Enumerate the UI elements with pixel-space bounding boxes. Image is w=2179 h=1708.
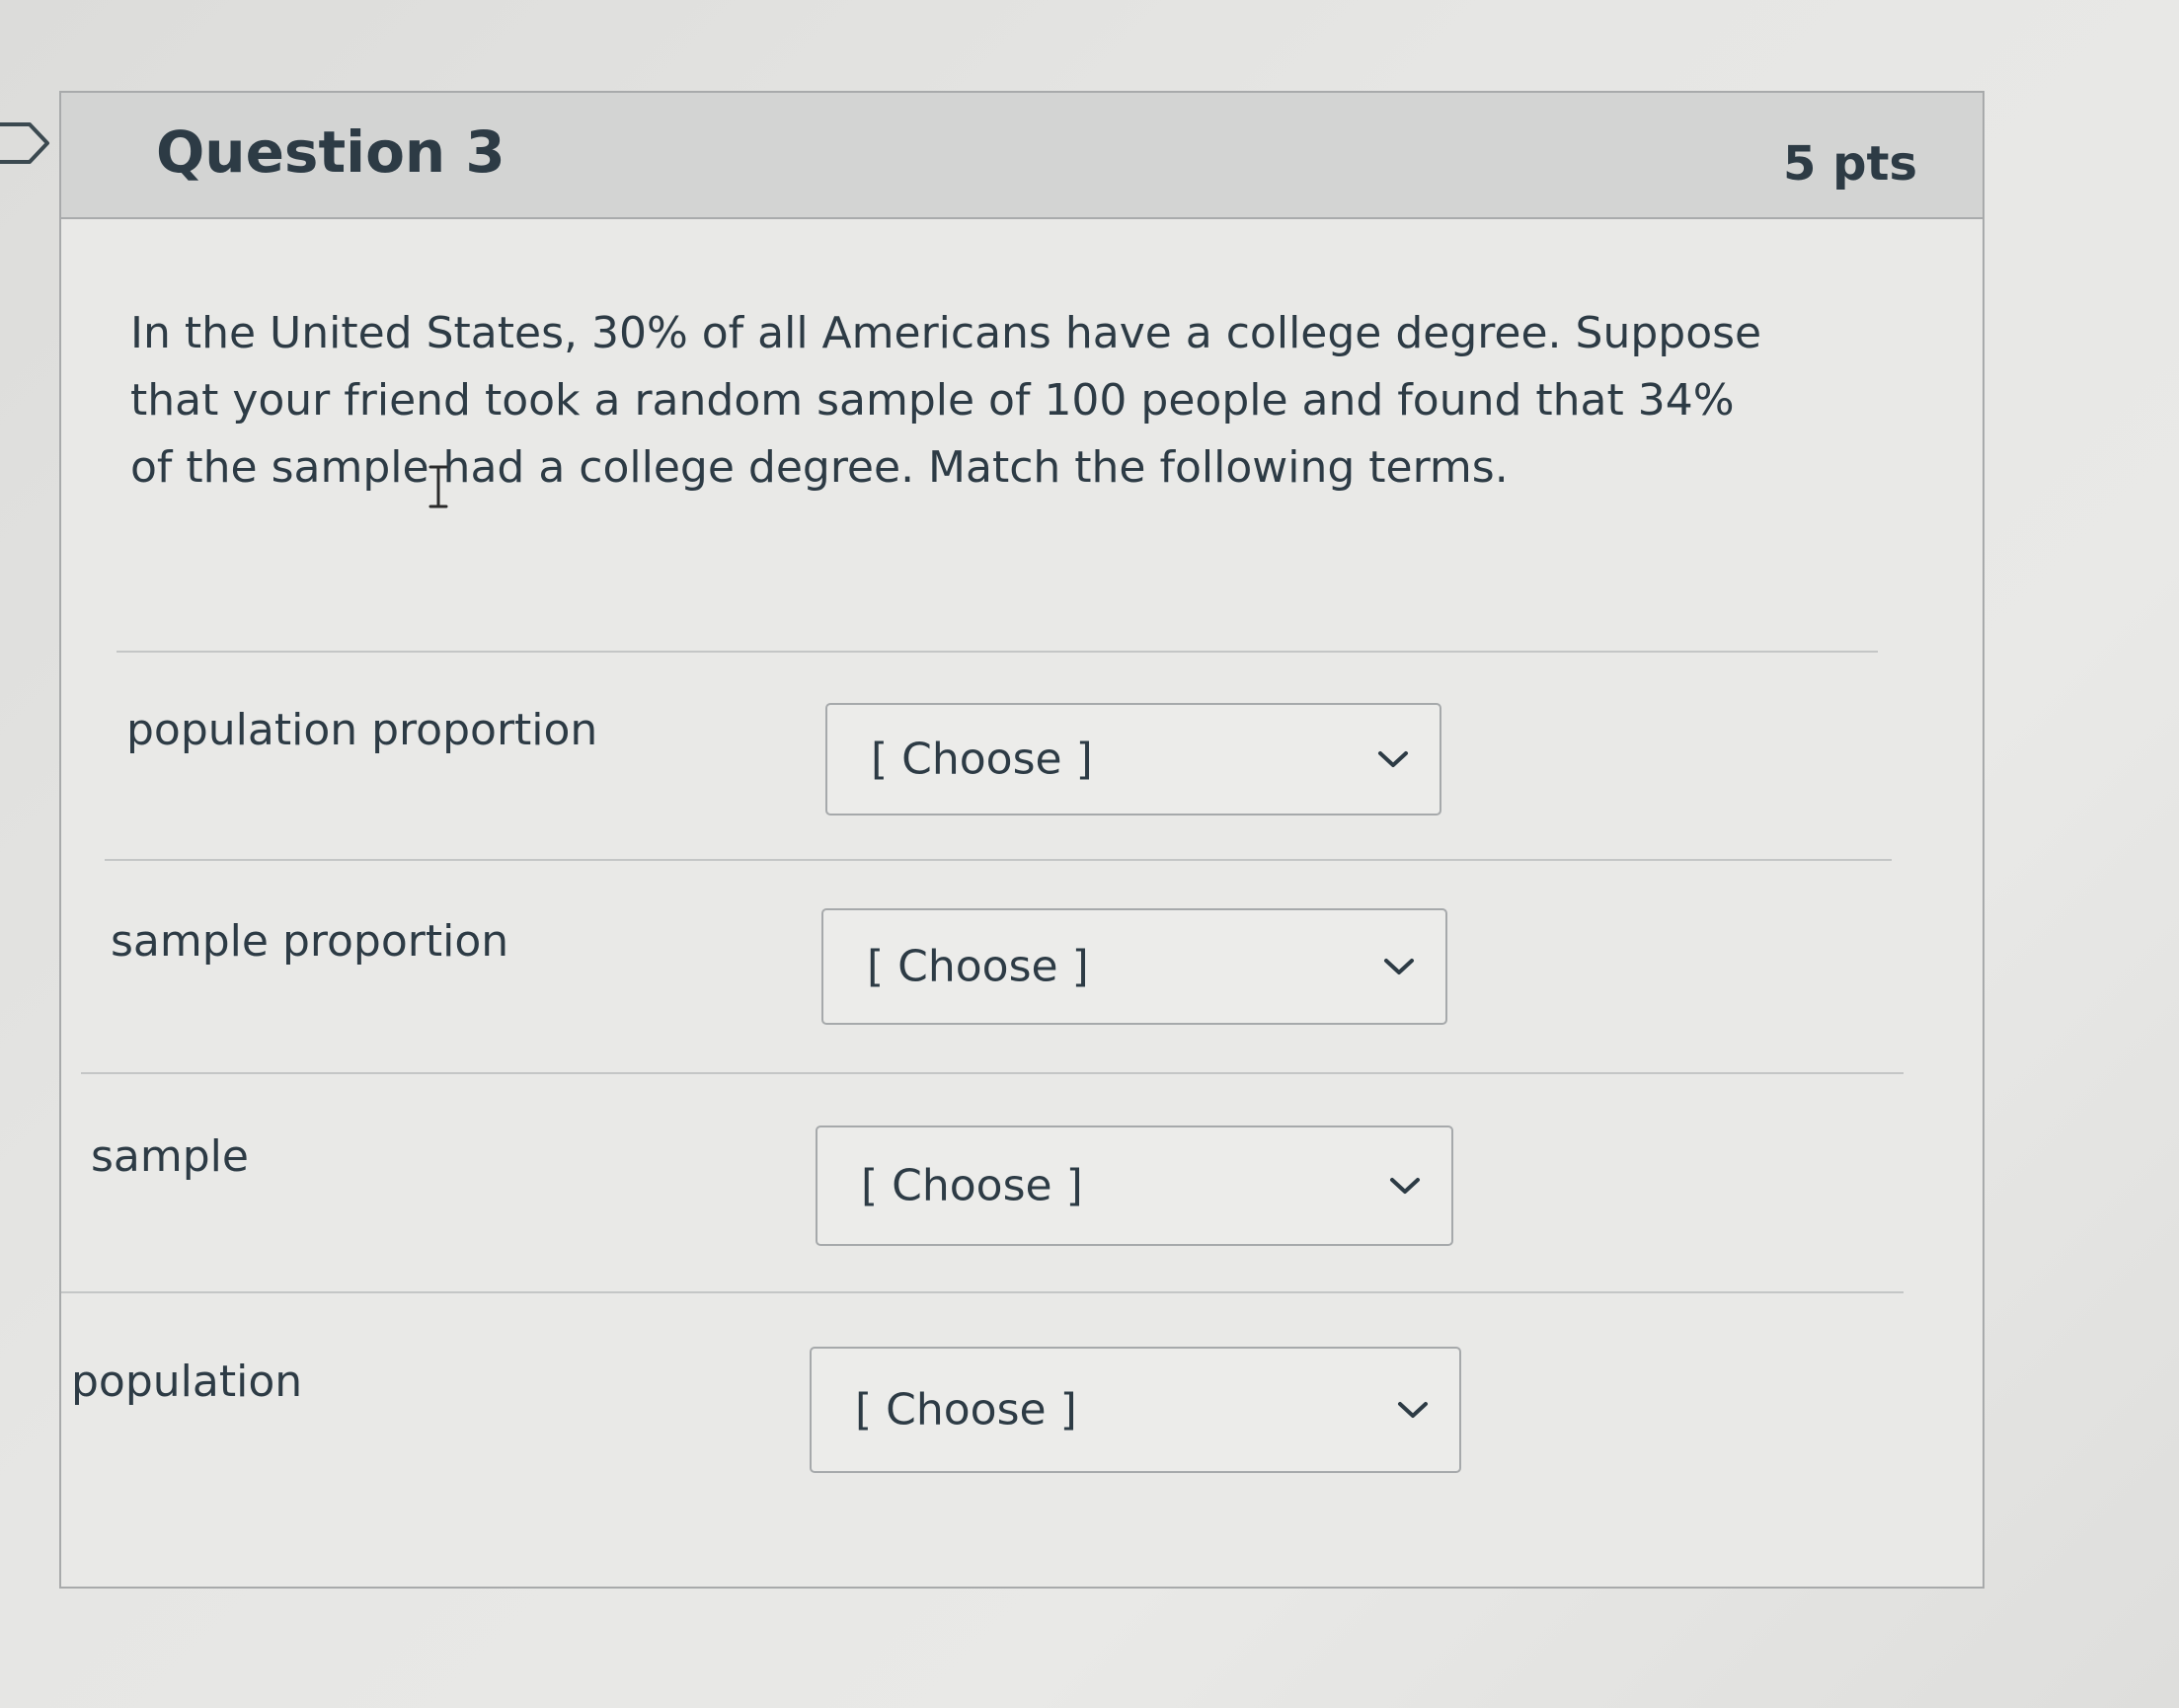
question-header: Question 3 5 pts bbox=[61, 93, 1983, 219]
select-value: [ Choose ] bbox=[855, 1384, 1077, 1436]
question-title: Question 3 bbox=[156, 118, 506, 186]
chevron-down-icon bbox=[1384, 959, 1414, 974]
question-text: In the United States, 30% of all America… bbox=[130, 308, 1762, 493]
term-sample-proportion: sample proportion bbox=[111, 916, 509, 967]
chevron-down-icon bbox=[1398, 1402, 1428, 1418]
divider bbox=[105, 859, 1892, 861]
question-points: 5 pts bbox=[1783, 136, 1917, 192]
chevron-down-icon bbox=[1390, 1178, 1420, 1194]
select-value: [ Choose ] bbox=[871, 734, 1093, 785]
chevron-down-icon bbox=[1378, 751, 1408, 767]
term-population: population bbox=[71, 1357, 303, 1407]
answer-select-sample-proportion[interactable]: [ Choose ] bbox=[821, 908, 1447, 1025]
term-population-proportion: population proportion bbox=[126, 705, 598, 755]
divider bbox=[61, 1291, 1904, 1293]
term-sample: sample bbox=[91, 1131, 249, 1182]
question-flag-icon[interactable] bbox=[0, 120, 51, 166]
answer-select-population-proportion[interactable]: [ Choose ] bbox=[825, 703, 1441, 815]
answer-select-population[interactable]: [ Choose ] bbox=[810, 1347, 1461, 1473]
divider bbox=[81, 1072, 1904, 1074]
select-value: [ Choose ] bbox=[861, 1160, 1083, 1211]
text-cursor-icon bbox=[428, 465, 448, 508]
select-value: [ Choose ] bbox=[867, 941, 1089, 992]
answer-select-sample[interactable]: [ Choose ] bbox=[816, 1126, 1453, 1246]
divider bbox=[117, 651, 1878, 653]
question-card: Question 3 5 pts In the United States, 3… bbox=[59, 91, 1984, 1589]
